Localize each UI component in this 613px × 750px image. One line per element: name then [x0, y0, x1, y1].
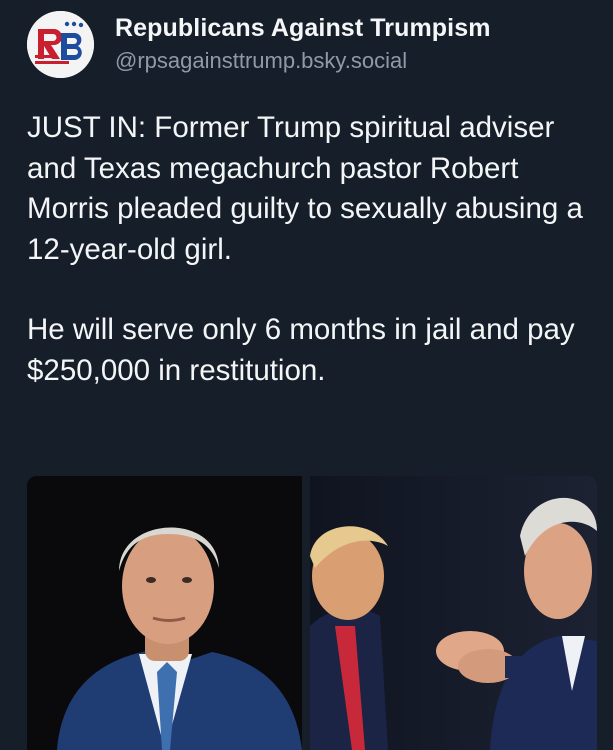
rb-logo-icon[interactable] [27, 10, 94, 78]
author-display-name[interactable]: Republicans Against Trumpism [115, 13, 491, 44]
post-media [27, 476, 597, 750]
post-image-2[interactable] [310, 476, 597, 750]
post-image-1[interactable] [27, 476, 302, 750]
author-names: Republicans Against Trumpism @rpsagainst… [115, 13, 491, 76]
post-text: JUST IN: Former Trump spiritual adviser … [27, 108, 597, 391]
post-paragraph-1: JUST IN: Former Trump spiritual adviser … [27, 111, 583, 266]
post-card[interactable]: Republicans Against Trumpism @rpsagainst… [0, 0, 613, 750]
post-header: Republicans Against Trumpism @rpsagainst… [27, 9, 491, 79]
author-handle[interactable]: @rpsagainsttrump.bsky.social [115, 46, 491, 76]
post-paragraph-2: He will serve only 6 months in jail and … [27, 313, 575, 387]
